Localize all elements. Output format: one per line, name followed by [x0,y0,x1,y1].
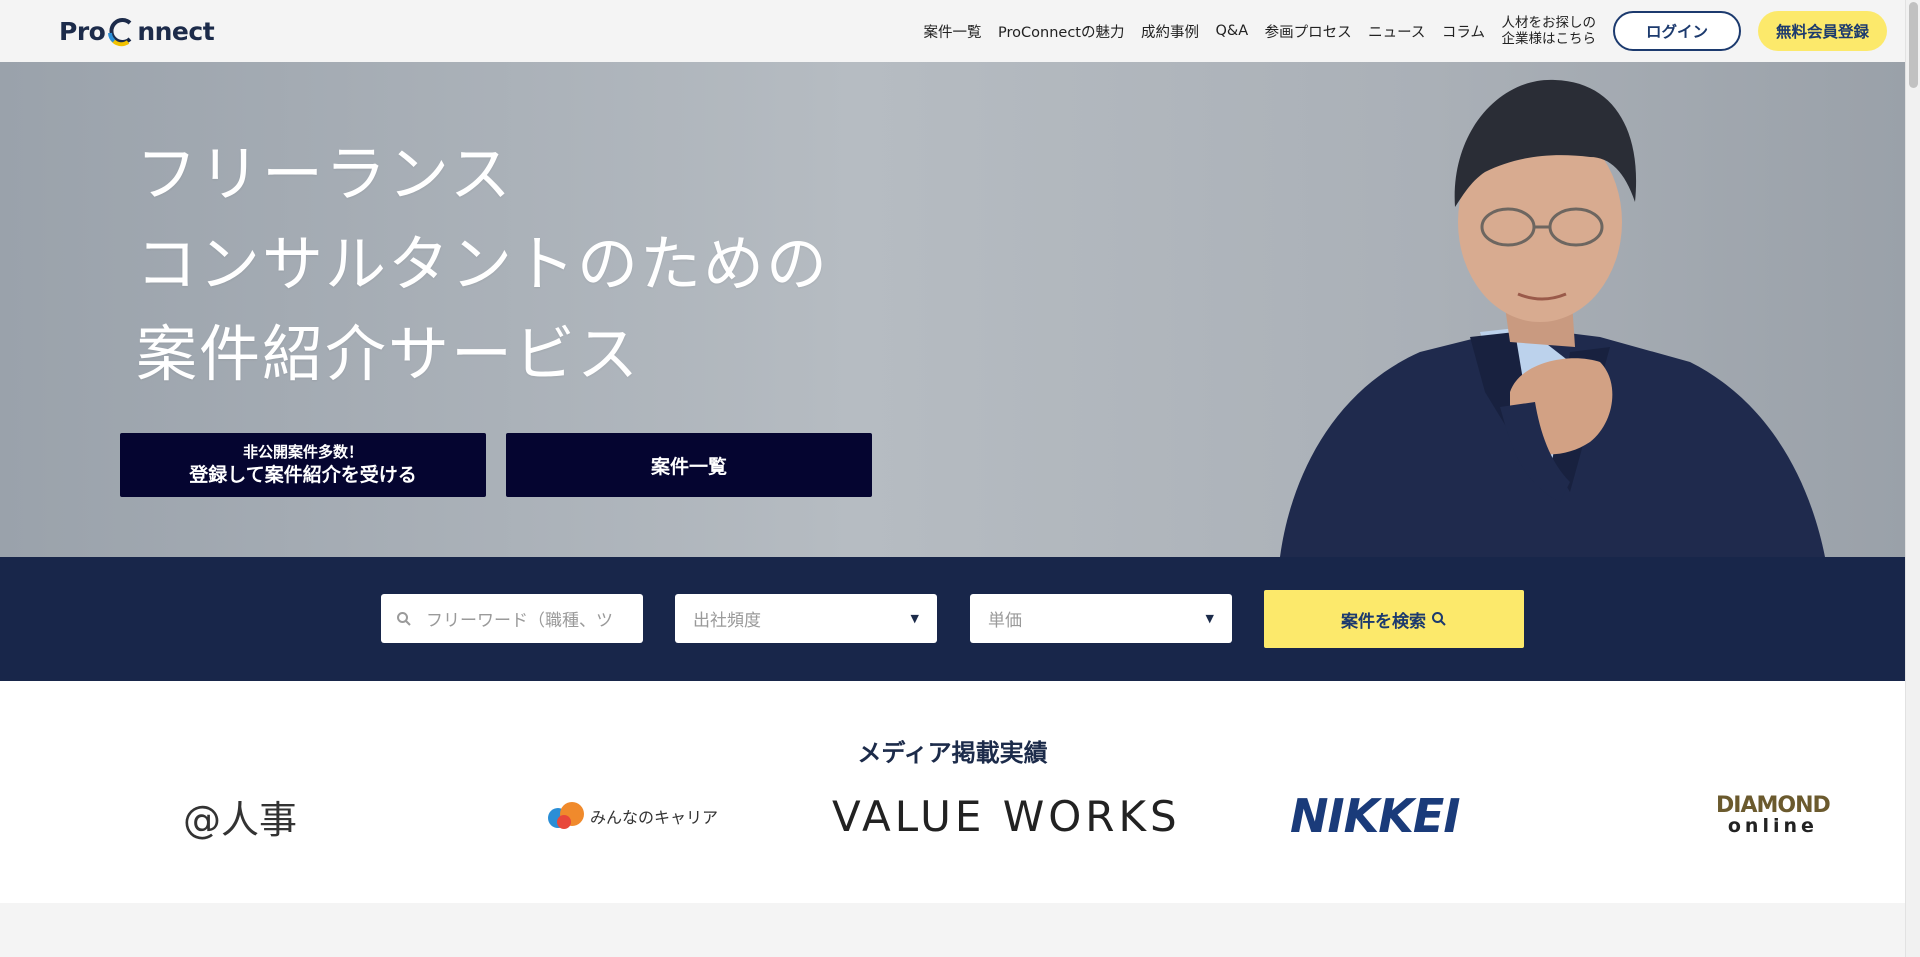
search-icon [397,611,411,626]
page-scrollbar[interactable] [1905,0,1920,957]
logo-text-left: Pro [59,16,106,46]
office-frequency-select[interactable]: 出社頻度 ▼ [675,594,937,643]
nav-for-companies[interactable]: 人材をお探しの 企業様はこちら [1502,15,1597,47]
nikkei-logo: NIKKEI [1290,789,1460,843]
chevron-down-icon: ▼ [1205,612,1214,625]
project-list-button[interactable]: 案件一覧 [506,433,872,497]
logo-ring-icon [106,15,136,47]
speech-bubble-icon [548,802,584,829]
main-nav: 案件一覧 ProConnectの魅力 成約事例 Q&A 参画プロセス ニュース … [924,0,1887,62]
unit-price-select[interactable]: 単価 ▼ [970,594,1232,643]
register-for-referrals-button[interactable]: 非公開案件多数！ 登録して案件紹介を受ける [120,433,486,497]
minna-no-career-text: みんなのキャリア [590,808,719,827]
logo-text-right: nnect [137,16,215,46]
value-works-logo: VALUE WORKS [832,791,1181,841]
nav-for-companies-line2: 企業様はこちら [1501,31,1597,47]
search-projects-button[interactable]: 案件を検索 [1264,590,1524,648]
unit-price-placeholder: 単価 [988,611,1022,631]
nav-appeal[interactable]: ProConnectの魅力 [998,21,1124,42]
search-bar: フリーワード（職種、ツ 出社頻度 ▼ 単価 ▼ 案件を検索 [0,557,1905,681]
keyword-placeholder: フリーワード（職種、ツ [426,611,613,631]
minna-no-career-logo: みんなのキャリア [546,791,718,841]
hero-title-line1: フリーランス [136,139,513,210]
hero-section: フリーランス コンサルタントのための 案件紹介サービス 非公開案件多数！ 登録し… [0,62,1905,557]
online-text: online [1727,815,1818,837]
office-frequency-placeholder: 出社頻度 [693,611,761,631]
search-button-label: 案件を検索 [1341,611,1426,632]
next-section-band [0,903,1905,957]
chevron-down-icon: ▼ [910,612,919,625]
register-button-subtext: 非公開案件多数！ [242,443,363,461]
proconnect-logo[interactable]: Pro nnect [59,12,215,50]
diamond-text: DIAMOND [1716,793,1831,818]
consultant-portrait [1280,79,1825,557]
nav-process[interactable]: 参画プロセス [1265,21,1352,42]
nav-column[interactable]: コラム [1442,21,1485,42]
nav-cases[interactable]: 成約事例 [1141,21,1199,42]
site-header: Pro nnect 案件一覧 ProConnectの魅力 成約事例 Q&A 参画… [0,0,1905,62]
hero-title-line3: 案件紹介サービス [136,319,641,390]
login-button[interactable]: ログイン [1613,11,1741,51]
media-section-title: メディア掲載実績 [857,739,1048,767]
scrollbar-thumb[interactable] [1909,2,1918,88]
register-button-text: 登録して案件紹介を受ける [189,464,417,486]
diamond-online-logo: DIAMOND online [1716,791,1831,841]
hero-title-line2: コンサルタントのための [136,229,830,300]
hero-title: フリーランス コンサルタントのための 案件紹介サービス [136,130,829,400]
nav-qa[interactable]: Q&A [1216,23,1249,39]
search-icon [1432,612,1446,626]
media-coverage-section: メディア掲載実績 @人事 みんなのキャリア VALUE WORKS NIKKEI… [0,681,1905,903]
nav-for-companies-line1: 人材をお探しの [1501,15,1597,31]
register-button[interactable]: 無料会員登録 [1758,11,1887,51]
jinji-logo: @人事 [183,797,298,842]
nav-news[interactable]: ニュース [1368,21,1425,42]
keyword-search-input[interactable]: フリーワード（職種、ツ [381,594,643,643]
nav-projects[interactable]: 案件一覧 [924,21,982,42]
